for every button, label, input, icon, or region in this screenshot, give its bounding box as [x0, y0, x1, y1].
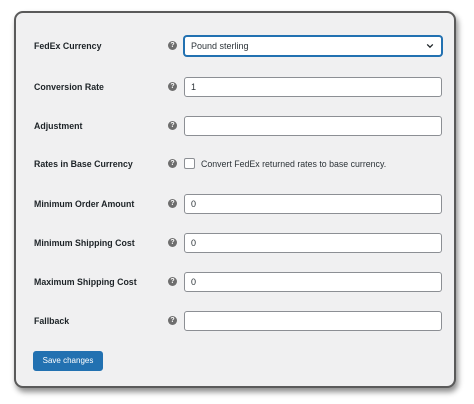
- base-currency-checkbox-label[interactable]: Convert FedEx returned rates to base cur…: [201, 152, 386, 176]
- fedex-currency-value: Pound sterling: [191, 41, 249, 51]
- max-shipping-cost-input[interactable]: 0: [184, 272, 442, 292]
- help-icon[interactable]: ?: [168, 41, 177, 50]
- row-min-shipping-cost: Minimum Shipping Cost ? 0: [16, 231, 454, 255]
- settings-panel: FedEx Currency ? Pound sterling Conversi…: [14, 11, 456, 388]
- help-icon[interactable]: ?: [168, 316, 177, 325]
- min-shipping-cost-input[interactable]: 0: [184, 233, 442, 253]
- fedex-currency-label: FedEx Currency: [34, 41, 102, 51]
- conversion-rate-input[interactable]: 1: [184, 77, 442, 97]
- min-order-amount-label: Minimum Order Amount: [34, 199, 135, 209]
- help-icon[interactable]: ?: [168, 121, 177, 130]
- row-max-shipping-cost: Maximum Shipping Cost ? 0: [16, 270, 454, 294]
- row-fallback: Fallback ?: [16, 309, 454, 333]
- chevron-down-icon: [426, 43, 434, 49]
- base-currency-label: Rates in Base Currency: [34, 159, 133, 169]
- row-fedex-currency: FedEx Currency ? Pound sterling: [16, 34, 454, 58]
- row-min-order-amount: Minimum Order Amount ? 0: [16, 192, 454, 216]
- fedex-currency-select[interactable]: Pound sterling: [184, 36, 442, 56]
- min-shipping-cost-label: Minimum Shipping Cost: [34, 238, 135, 248]
- help-icon[interactable]: ?: [168, 238, 177, 247]
- row-adjustment: Adjustment ?: [16, 114, 454, 138]
- max-shipping-cost-label: Maximum Shipping Cost: [34, 277, 137, 287]
- conversion-rate-label: Conversion Rate: [34, 82, 104, 92]
- adjustment-label: Adjustment: [34, 121, 83, 131]
- row-base-currency: Rates in Base Currency ? Convert FedEx r…: [16, 152, 454, 176]
- fallback-label: Fallback: [34, 316, 70, 326]
- row-conversion-rate: Conversion Rate ? 1: [16, 75, 454, 99]
- base-currency-checkbox[interactable]: [184, 158, 195, 169]
- save-changes-button[interactable]: Save changes: [33, 351, 103, 371]
- adjustment-input[interactable]: [184, 116, 442, 136]
- fallback-input[interactable]: [184, 311, 442, 331]
- min-order-amount-input[interactable]: 0: [184, 194, 442, 214]
- help-icon[interactable]: ?: [168, 159, 177, 168]
- help-icon[interactable]: ?: [168, 277, 177, 286]
- help-icon[interactable]: ?: [168, 82, 177, 91]
- help-icon[interactable]: ?: [168, 199, 177, 208]
